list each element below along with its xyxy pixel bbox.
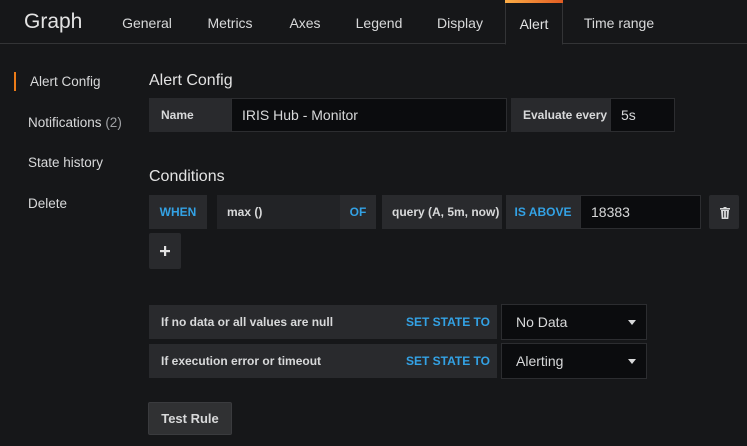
conditions-title: Conditions	[149, 168, 225, 185]
exec-error-state-select[interactable]: Alerting	[501, 343, 647, 379]
delete-condition-button[interactable]	[709, 195, 739, 229]
evaluate-every-label: Evaluate every	[511, 98, 610, 132]
panel-title: Graph	[24, 10, 83, 33]
sidebar-item-alert-config[interactable]: Alert Config	[30, 74, 101, 89]
sidebar-item-delete[interactable]: Delete	[28, 196, 67, 211]
sidebar-item-state-history[interactable]: State history	[28, 155, 103, 170]
exec-error-state-value: Alerting	[516, 353, 564, 369]
evaluator-select[interactable]: IS ABOVE	[506, 195, 580, 229]
threshold-input[interactable]: 18383	[580, 195, 701, 229]
alert-config-title: Alert Config	[149, 72, 233, 89]
tab-general[interactable]: General	[114, 0, 180, 44]
tab-alert[interactable]: Alert	[505, 0, 563, 45]
plus-icon	[160, 246, 170, 256]
evaluate-every-input[interactable]: 5s	[610, 98, 675, 132]
trash-icon	[720, 207, 730, 219]
chevron-down-icon	[628, 320, 636, 325]
tab-metrics[interactable]: Metrics	[196, 0, 264, 44]
exec-error-label: If execution error or timeout	[149, 344, 399, 378]
sidebar-item-label: State history	[28, 155, 104, 170]
no-data-label: If no data or all values are null	[149, 305, 399, 339]
sidebar-item-label: Notifications	[28, 115, 102, 130]
tab-legend[interactable]: Legend	[346, 0, 412, 44]
exec-error-set-state-label: SET STATE TO	[399, 344, 497, 378]
reducer-select[interactable]: max ()	[217, 195, 340, 229]
of-keyword: OF	[340, 195, 376, 229]
tab-axes[interactable]: Axes	[278, 0, 332, 44]
tab-display[interactable]: Display	[426, 0, 494, 44]
sidebar-item-notifications[interactable]: Notifications (2)	[28, 115, 122, 130]
tab-time-range[interactable]: Time range	[576, 0, 662, 44]
alert-name-input[interactable]: IRIS Hub - Monitor	[231, 98, 507, 132]
query-select[interactable]: query (A, 5m, now)	[382, 195, 502, 229]
sidebar-item-label: Alert Config	[30, 74, 101, 89]
name-label: Name	[149, 98, 231, 132]
when-keyword: WHEN	[149, 195, 207, 229]
editor-tabs-bar: Graph General Metrics Axes Legend Displa…	[0, 0, 747, 45]
no-data-set-state-label: SET STATE TO	[399, 305, 497, 339]
active-nav-marker	[14, 72, 16, 91]
add-condition-button[interactable]	[149, 233, 181, 269]
sidebar-item-label: Delete	[28, 196, 68, 211]
no-data-state-select[interactable]: No Data	[501, 304, 647, 340]
chevron-down-icon	[628, 359, 636, 364]
no-data-state-value: No Data	[516, 314, 568, 330]
test-rule-button[interactable]: Test Rule	[148, 402, 232, 435]
notifications-count: (2)	[105, 115, 122, 130]
